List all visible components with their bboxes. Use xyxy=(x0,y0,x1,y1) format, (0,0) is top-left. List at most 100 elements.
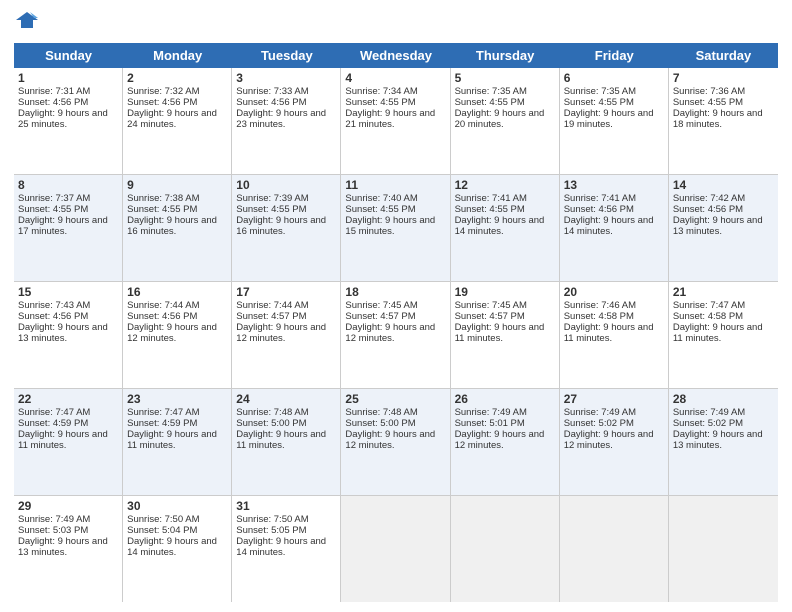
calendar-cell-day-3: 3Sunrise: 7:33 AMSunset: 4:56 PMDaylight… xyxy=(232,68,341,174)
calendar-cell-day-15: 15Sunrise: 7:43 AMSunset: 4:56 PMDayligh… xyxy=(14,282,123,388)
calendar-cell-day-25: 25Sunrise: 7:48 AMSunset: 5:00 PMDayligh… xyxy=(341,389,450,495)
day-number: 2 xyxy=(127,71,227,85)
sunset-text: Sunset: 4:55 PM xyxy=(345,97,415,108)
sunset-text: Sunset: 5:04 PM xyxy=(127,525,197,536)
sunrise-text: Sunrise: 7:49 AM xyxy=(564,407,636,418)
sunset-text: Sunset: 4:57 PM xyxy=(345,311,415,322)
day-number: 21 xyxy=(673,285,774,299)
calendar-cell-day-16: 16Sunrise: 7:44 AMSunset: 4:56 PMDayligh… xyxy=(123,282,232,388)
sunset-text: Sunset: 4:55 PM xyxy=(18,204,88,215)
daylight-text: Daylight: 9 hours and 14 minutes. xyxy=(236,536,326,558)
daylight-text: Daylight: 9 hours and 13 minutes. xyxy=(18,536,108,558)
daylight-text: Daylight: 9 hours and 16 minutes. xyxy=(236,215,326,237)
daylight-text: Daylight: 9 hours and 11 minutes. xyxy=(564,322,654,344)
calendar-cell-day-7: 7Sunrise: 7:36 AMSunset: 4:55 PMDaylight… xyxy=(669,68,778,174)
daylight-text: Daylight: 9 hours and 16 minutes. xyxy=(127,215,217,237)
daylight-text: Daylight: 9 hours and 21 minutes. xyxy=(345,108,435,130)
calendar-cell-day-29: 29Sunrise: 7:49 AMSunset: 5:03 PMDayligh… xyxy=(14,496,123,602)
sunrise-text: Sunrise: 7:47 AM xyxy=(673,300,745,311)
day-number: 30 xyxy=(127,499,227,513)
sunset-text: Sunset: 4:56 PM xyxy=(673,204,743,215)
sunset-text: Sunset: 4:56 PM xyxy=(127,97,197,108)
page-container: SundayMondayTuesdayWednesdayThursdayFrid… xyxy=(0,0,792,612)
calendar-cell-day-4: 4Sunrise: 7:34 AMSunset: 4:55 PMDaylight… xyxy=(341,68,450,174)
sunrise-text: Sunrise: 7:50 AM xyxy=(236,514,308,525)
sunset-text: Sunset: 4:55 PM xyxy=(127,204,197,215)
sunrise-text: Sunrise: 7:48 AM xyxy=(236,407,308,418)
calendar-cell-day-1: 1Sunrise: 7:31 AMSunset: 4:56 PMDaylight… xyxy=(14,68,123,174)
sunrise-text: Sunrise: 7:47 AM xyxy=(18,407,90,418)
sunrise-text: Sunrise: 7:38 AM xyxy=(127,193,199,204)
calendar-cell-day-28: 28Sunrise: 7:49 AMSunset: 5:02 PMDayligh… xyxy=(669,389,778,495)
calendar-cell-empty xyxy=(341,496,450,602)
sunset-text: Sunset: 4:55 PM xyxy=(564,97,634,108)
daylight-text: Daylight: 9 hours and 17 minutes. xyxy=(18,215,108,237)
sunrise-text: Sunrise: 7:31 AM xyxy=(18,86,90,97)
daylight-text: Daylight: 9 hours and 23 minutes. xyxy=(236,108,326,130)
calendar-cell-day-18: 18Sunrise: 7:45 AMSunset: 4:57 PMDayligh… xyxy=(341,282,450,388)
calendar-cell-empty xyxy=(669,496,778,602)
day-number: 19 xyxy=(455,285,555,299)
day-number: 31 xyxy=(236,499,336,513)
logo xyxy=(14,10,40,35)
calendar-cell-day-2: 2Sunrise: 7:32 AMSunset: 4:56 PMDaylight… xyxy=(123,68,232,174)
calendar-cell-day-30: 30Sunrise: 7:50 AMSunset: 5:04 PMDayligh… xyxy=(123,496,232,602)
day-number: 5 xyxy=(455,71,555,85)
sunset-text: Sunset: 4:55 PM xyxy=(673,97,743,108)
daylight-text: Daylight: 9 hours and 25 minutes. xyxy=(18,108,108,130)
header-day-wednesday: Wednesday xyxy=(341,43,450,68)
sunset-text: Sunset: 4:56 PM xyxy=(564,204,634,215)
day-number: 18 xyxy=(345,285,445,299)
daylight-text: Daylight: 9 hours and 11 minutes. xyxy=(18,429,108,451)
sunrise-text: Sunrise: 7:39 AM xyxy=(236,193,308,204)
daylight-text: Daylight: 9 hours and 19 minutes. xyxy=(564,108,654,130)
calendar-body: 1Sunrise: 7:31 AMSunset: 4:56 PMDaylight… xyxy=(14,68,778,602)
logo-bird-icon xyxy=(16,10,38,35)
calendar-cell-day-31: 31Sunrise: 7:50 AMSunset: 5:05 PMDayligh… xyxy=(232,496,341,602)
calendar-cell-day-21: 21Sunrise: 7:47 AMSunset: 4:58 PMDayligh… xyxy=(669,282,778,388)
day-number: 26 xyxy=(455,392,555,406)
calendar-cell-day-26: 26Sunrise: 7:49 AMSunset: 5:01 PMDayligh… xyxy=(451,389,560,495)
calendar-week-4: 22Sunrise: 7:47 AMSunset: 4:59 PMDayligh… xyxy=(14,389,778,496)
day-number: 16 xyxy=(127,285,227,299)
sunset-text: Sunset: 4:59 PM xyxy=(127,418,197,429)
sunrise-text: Sunrise: 7:41 AM xyxy=(564,193,636,204)
day-number: 11 xyxy=(345,178,445,192)
day-number: 10 xyxy=(236,178,336,192)
daylight-text: Daylight: 9 hours and 12 minutes. xyxy=(127,322,217,344)
day-number: 14 xyxy=(673,178,774,192)
daylight-text: Daylight: 9 hours and 11 minutes. xyxy=(455,322,545,344)
sunset-text: Sunset: 4:57 PM xyxy=(455,311,525,322)
sunrise-text: Sunrise: 7:33 AM xyxy=(236,86,308,97)
calendar-cell-day-19: 19Sunrise: 7:45 AMSunset: 4:57 PMDayligh… xyxy=(451,282,560,388)
sunset-text: Sunset: 4:58 PM xyxy=(673,311,743,322)
daylight-text: Daylight: 9 hours and 12 minutes. xyxy=(455,429,545,451)
calendar-cell-day-20: 20Sunrise: 7:46 AMSunset: 4:58 PMDayligh… xyxy=(560,282,669,388)
day-number: 24 xyxy=(236,392,336,406)
calendar-cell-day-22: 22Sunrise: 7:47 AMSunset: 4:59 PMDayligh… xyxy=(14,389,123,495)
header-day-friday: Friday xyxy=(560,43,669,68)
calendar-cell-day-9: 9Sunrise: 7:38 AMSunset: 4:55 PMDaylight… xyxy=(123,175,232,281)
sunrise-text: Sunrise: 7:49 AM xyxy=(673,407,745,418)
daylight-text: Daylight: 9 hours and 13 minutes. xyxy=(673,429,763,451)
daylight-text: Daylight: 9 hours and 13 minutes. xyxy=(18,322,108,344)
calendar-cell-empty xyxy=(560,496,669,602)
sunset-text: Sunset: 4:55 PM xyxy=(345,204,415,215)
daylight-text: Daylight: 9 hours and 11 minutes. xyxy=(236,429,326,451)
calendar-cell-day-13: 13Sunrise: 7:41 AMSunset: 4:56 PMDayligh… xyxy=(560,175,669,281)
sunset-text: Sunset: 4:55 PM xyxy=(455,97,525,108)
daylight-text: Daylight: 9 hours and 12 minutes. xyxy=(345,429,435,451)
calendar-cell-day-11: 11Sunrise: 7:40 AMSunset: 4:55 PMDayligh… xyxy=(341,175,450,281)
sunset-text: Sunset: 4:55 PM xyxy=(455,204,525,215)
sunrise-text: Sunrise: 7:50 AM xyxy=(127,514,199,525)
daylight-text: Daylight: 9 hours and 11 minutes. xyxy=(127,429,217,451)
daylight-text: Daylight: 9 hours and 11 minutes. xyxy=(673,322,763,344)
sunrise-text: Sunrise: 7:42 AM xyxy=(673,193,745,204)
daylight-text: Daylight: 9 hours and 20 minutes. xyxy=(455,108,545,130)
day-number: 12 xyxy=(455,178,555,192)
calendar-cell-day-6: 6Sunrise: 7:35 AMSunset: 4:55 PMDaylight… xyxy=(560,68,669,174)
day-number: 4 xyxy=(345,71,445,85)
sunrise-text: Sunrise: 7:47 AM xyxy=(127,407,199,418)
day-number: 25 xyxy=(345,392,445,406)
header-day-sunday: Sunday xyxy=(14,43,123,68)
